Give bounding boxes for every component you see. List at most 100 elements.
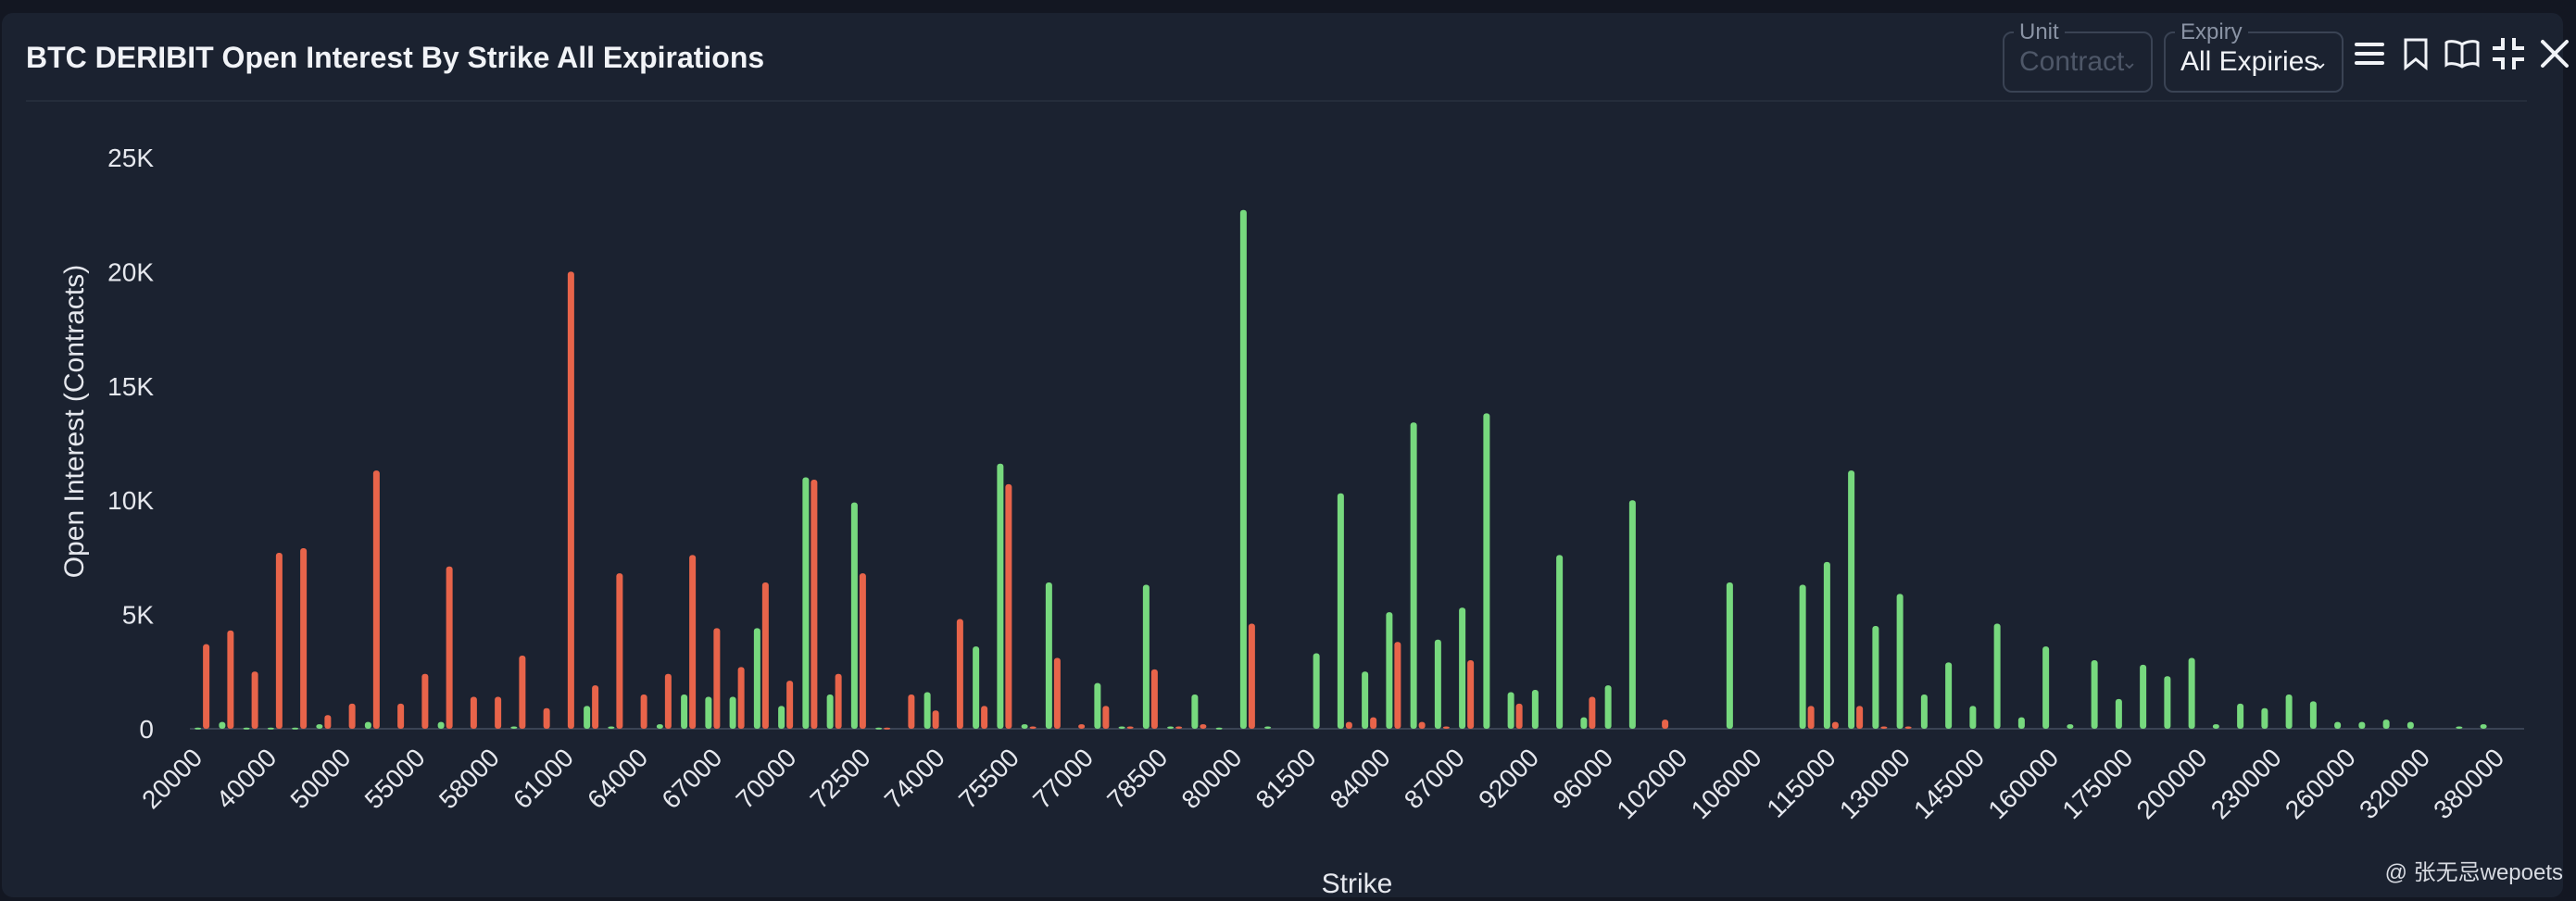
put-bar-79000[interactable] [1200,724,1207,729]
put-bar-100000[interactable] [1662,720,1669,729]
call-bar-240000[interactable] [2285,694,2293,729]
put-bar-76000[interactable] [1053,657,1061,729]
call-bar-61000[interactable] [584,706,591,729]
put-bar-70000[interactable] [810,479,818,729]
put-bar-78000[interactable] [1150,669,1158,729]
call-bar-77500[interactable] [1118,726,1125,729]
put-bar-80000[interactable] [1248,623,1255,729]
call-bar-130000[interactable] [1896,594,1904,729]
call-bar-79500[interactable] [1215,727,1223,730]
call-bar-78500[interactable] [1167,726,1175,729]
call-bar-87000[interactable] [1459,607,1466,729]
put-bar-75000[interactable] [1005,483,1012,729]
put-bar-54000[interactable] [421,673,429,729]
call-bar-67000[interactable] [729,696,736,729]
put-bar-84000[interactable] [1394,642,1401,729]
put-bar-35000[interactable] [275,552,283,729]
call-bar-175000[interactable] [2115,698,2122,729]
call-bar-115000[interactable] [1823,561,1830,729]
put-bar-120000[interactable] [1856,706,1864,729]
call-bar-73500[interactable] [924,692,931,729]
put-bar-25000[interactable] [227,630,234,729]
call-bar-105000[interactable] [1726,582,1733,729]
put-bar-63000[interactable] [640,694,647,729]
call-bar-75000[interactable] [997,463,1004,729]
call-bar-74500[interactable] [973,646,980,729]
call-bar-82000[interactable] [1337,493,1344,729]
call-bar-90000[interactable] [1507,692,1514,729]
call-bar-86000[interactable] [1434,639,1441,729]
call-bar-70000[interactable] [802,477,810,729]
call-bar-96000[interactable] [1604,685,1612,729]
put-bar-68000[interactable] [761,582,769,729]
call-bar-50000[interactable] [364,721,371,729]
call-bar-320000[interactable] [2406,721,2414,729]
put-bar-110000[interactable] [1807,706,1815,729]
put-bar-87000[interactable] [1467,659,1475,729]
call-bar-35000[interactable] [267,727,274,730]
put-bar-40000[interactable] [300,548,308,729]
put-bar-67000[interactable] [737,667,745,729]
call-bar-77000[interactable] [1094,682,1101,729]
call-bar-40000[interactable] [292,727,299,730]
put-bar-95000[interactable] [1589,696,1596,729]
call-bar-80500[interactable] [1264,726,1272,729]
put-bar-73500[interactable] [932,710,939,729]
put-bar-76500[interactable] [1078,724,1086,729]
call-bar-64000[interactable] [656,724,663,729]
put-bar-75500[interactable] [1029,726,1037,729]
put-bar-130000[interactable] [1904,726,1912,729]
put-bar-57000[interactable] [495,696,502,729]
call-bar-94000[interactable] [1556,555,1564,729]
call-bar-300000[interactable] [2382,720,2390,729]
call-bar-180000[interactable] [2140,664,2147,729]
call-bar-250000[interactable] [2309,701,2317,729]
put-bar-77500[interactable] [1126,726,1134,729]
call-bar-190000[interactable] [2164,676,2171,729]
call-bar-280000[interactable] [2358,721,2366,729]
call-bar-140000[interactable] [1945,662,1953,729]
call-bar-98000[interactable] [1628,500,1636,729]
call-bar-220000[interactable] [2237,703,2244,729]
call-bar-62000[interactable] [608,726,615,729]
put-bar-77000[interactable] [1102,706,1110,729]
put-bar-85000[interactable] [1418,721,1426,729]
put-bar-72000[interactable] [859,573,866,729]
put-bar-50000[interactable] [372,470,380,729]
put-bar-66000[interactable] [713,628,721,729]
put-bar-65000[interactable] [689,555,697,729]
put-bar-56000[interactable] [470,696,477,729]
call-bar-75500[interactable] [1021,724,1028,729]
put-bar-30000[interactable] [251,671,258,729]
call-bar-78000[interactable] [1142,584,1150,729]
put-bar-73000[interactable] [908,694,915,729]
call-bar-92000[interactable] [1531,690,1539,729]
put-bar-62000[interactable] [616,573,623,729]
put-bar-69000[interactable] [786,681,794,729]
put-bar-115000[interactable] [1831,721,1839,729]
call-bar-85000[interactable] [1410,422,1417,729]
call-bar-84000[interactable] [1386,612,1393,729]
put-bar-45000[interactable] [324,715,332,729]
put-bar-71000[interactable] [835,673,842,729]
call-bar-160000[interactable] [2042,646,2050,729]
call-bar-30000[interactable] [243,727,250,730]
call-bar-165000[interactable] [2067,724,2074,729]
call-bar-20000[interactable] [195,727,202,730]
call-bar-80000[interactable] [1239,209,1247,729]
call-bar-110000[interactable] [1799,584,1806,729]
call-bar-45000[interactable] [316,724,323,729]
put-bar-125000[interactable] [1880,726,1888,729]
call-bar-230000[interactable] [2261,707,2268,729]
put-bar-55000[interactable] [446,566,453,729]
call-bar-83000[interactable] [1362,671,1369,729]
call-bar-155000[interactable] [2017,717,2025,729]
call-bar-88000[interactable] [1483,413,1490,729]
call-bar-360000[interactable] [2456,726,2463,729]
put-bar-52000[interactable] [397,703,405,729]
call-bar-95000[interactable] [1580,717,1588,729]
put-bar-78500[interactable] [1175,726,1183,729]
put-bar-58000[interactable] [519,656,526,729]
put-bar-48000[interactable] [348,703,356,729]
put-bar-74000[interactable] [956,619,963,729]
